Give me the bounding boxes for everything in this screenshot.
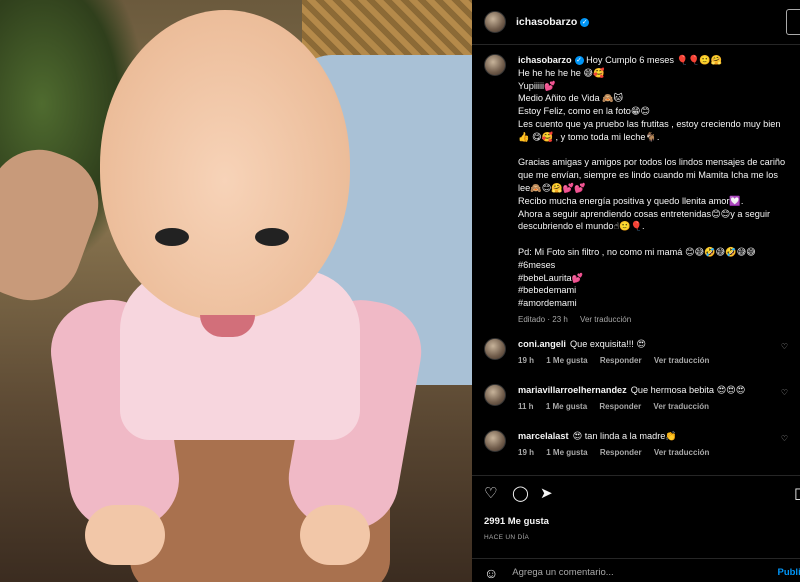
reply-button[interactable]: Responder — [600, 356, 642, 365]
comment-input[interactable]: Agrega un comentario... — [512, 567, 613, 578]
author-username[interactable]: ichasobarzo ✓ — [516, 16, 590, 28]
comment-item: marcelalast 😍 tan linda a la madre👏 19 h … — [484, 430, 794, 457]
caption-text: He he he he he 😅🥰 — [518, 67, 605, 78]
caption-text: Les cuento que ya pruebo las frutitas , … — [518, 118, 781, 129]
post-time[interactable]: HACE UN DÍA — [484, 534, 529, 541]
edited-label: Editado · 23 h — [518, 314, 568, 324]
share-icon[interactable]: ➤ — [540, 486, 553, 501]
caption-text: Ahora a seguir aprendiendo cosas entrete… — [518, 208, 771, 219]
more-options-button[interactable] — [786, 9, 800, 35]
commenter-avatar[interactable] — [484, 338, 506, 360]
comment-likes[interactable]: 1 Me gusta — [546, 448, 587, 457]
comment-item: mariavillarroelhernandez Que hermosa bebi… — [484, 384, 794, 411]
caption-text: Gracias amigas y amigos por todos los li… — [518, 157, 786, 168]
caption-text: 👍 😋🥰 , y tomo toda mi leche🐐. — [518, 131, 660, 142]
commenter-username[interactable]: marcelalast — [518, 431, 569, 441]
comment-like-heart-icon[interactable]: ♡ — [781, 342, 788, 351]
emoji-icon[interactable]: ☺ — [484, 565, 498, 581]
caption-meta: Editado · 23 h Ver traducción — [518, 314, 794, 327]
post-caption: ichasobarzo ✓ Hoy Cumplo 6 meses 🎈🎈🙂🤗 He … — [484, 54, 794, 327]
caption-text: descubriendo el mundo☝🙂🎈. — [518, 221, 645, 232]
heart-icon[interactable]: ♡ — [484, 486, 497, 501]
caption-text: Medio Añito de Vida 🙈🐱 — [518, 93, 624, 104]
see-translation-link[interactable]: Ver traducción — [653, 402, 709, 411]
comment-item: coni.angeli Que exquisita!!! 😍 19 h 1 Me … — [484, 338, 794, 365]
see-translation-link[interactable]: Ver traducción — [580, 315, 631, 324]
caption-gap — [518, 144, 794, 157]
post-photo[interactable] — [0, 0, 472, 582]
hashtag-link[interactable]: #bebedemami — [518, 284, 794, 297]
commenter-avatar[interactable] — [484, 430, 506, 452]
hashtag-link[interactable]: #6meses — [518, 259, 794, 272]
baby-face — [100, 10, 350, 320]
bookmark-icon[interactable]: ▯ — [794, 486, 800, 501]
caption-text: que me envían, siempre es lindo cuando m… — [518, 170, 778, 181]
baby-hand-right — [300, 505, 370, 565]
comment-time: 19 h — [518, 448, 535, 457]
comment-like-heart-icon[interactable]: ♡ — [781, 388, 788, 397]
comment-time: 19 h — [518, 356, 535, 365]
see-translation-link[interactable]: Ver traducción — [654, 356, 710, 365]
commenter-username[interactable]: mariavillarroelhernandez — [518, 385, 627, 395]
comment-like-heart-icon[interactable]: ♡ — [781, 434, 788, 443]
verified-badge-icon: ✓ — [574, 56, 584, 65]
add-comment-bar: ☺ Agrega un comentario... Public — [472, 558, 800, 582]
post-actions: ♡ ◯ ➤ ▯ 2991 Me gusta HACE UN DÍA ☺ Agre… — [472, 475, 800, 582]
caption-username[interactable]: ichasobarzo — [518, 55, 572, 65]
reply-button[interactable]: Responder — [599, 402, 641, 411]
comment-likes[interactable]: 1 Me gusta — [546, 402, 587, 411]
comment-time: 11 h — [518, 402, 534, 411]
hashtag-link[interactable]: #bebeLaurita💕 — [518, 272, 794, 285]
caption-text: Yupiiiii💕 — [518, 80, 556, 91]
comment-text: 😍 tan linda a la madre👏 — [572, 431, 677, 441]
author-avatar[interactable] — [484, 11, 506, 33]
caption-text: Pd: Mi Foto sin filtro , no como mi mamá… — [518, 246, 756, 257]
baby-eye-left — [155, 228, 189, 246]
comment-likes[interactable]: 1 Me gusta — [546, 356, 587, 365]
caption-text: Estoy Feliz, como en la foto😁😊 — [518, 106, 651, 117]
caption-gap — [518, 233, 794, 246]
publish-button[interactable]: Public — [777, 567, 800, 578]
caption-author-avatar[interactable] — [484, 54, 506, 76]
see-translation-link[interactable]: Ver traducción — [654, 448, 710, 457]
post-header: ichasobarzo ✓ — [472, 0, 800, 45]
caption-text: Hoy Cumplo 6 meses 🎈🎈🙂🤗 — [586, 55, 723, 65]
hashtag-link[interactable]: #amordemami — [518, 297, 794, 310]
post-details-panel: ichasobarzo ✓ ichasobarzo ✓ Hoy Cumplo 6 m… — [472, 0, 800, 582]
comment-text: Que exquisita!!! 😍 — [570, 339, 646, 349]
likes-count[interactable]: 2991 Me gusta — [484, 516, 549, 527]
comment-icon[interactable]: ◯ — [512, 486, 529, 501]
baby-hand-left — [85, 505, 165, 565]
caption-text: lee🙈😊🤗💕💕 — [518, 182, 586, 193]
verified-badge-icon: ✓ — [580, 18, 590, 27]
baby-eye-right — [255, 228, 289, 246]
commenter-username[interactable]: coni.angeli — [518, 339, 566, 349]
reply-button[interactable]: Responder — [600, 448, 642, 457]
caption-text: Recibo mucha energía positiva y quedo ll… — [518, 195, 744, 206]
comment-text: Que hermosa bebita 😍😍😍 — [630, 385, 746, 395]
commenter-avatar[interactable] — [484, 384, 506, 406]
